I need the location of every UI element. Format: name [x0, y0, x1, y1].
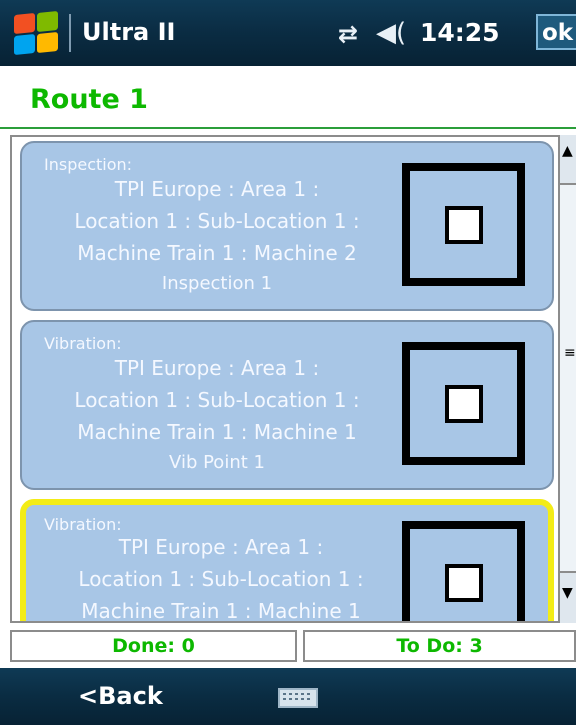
title-bar: Ultra II ⇄ ◀︎( 14:25 ok	[0, 0, 576, 66]
scroll-down-arrow-icon[interactable]: ▼	[562, 585, 573, 601]
point-name: Inspection 1	[161, 273, 273, 294]
point-status-icon	[402, 521, 525, 621]
point-path-line: Machine Train 1 : Machine 1	[81, 599, 361, 623]
app-title: Ultra II	[82, 18, 176, 46]
list-scrollbar[interactable]: ▲ ≡ ▼	[558, 135, 576, 623]
speaker-icon[interactable]: ◀︎(	[376, 18, 406, 48]
point-card[interactable]: Vibration: TPI Europe : Area 1 : Locatio…	[20, 320, 554, 490]
point-status-icon	[402, 342, 525, 465]
point-path-line: Location 1 : Sub-Location 1 :	[74, 209, 360, 233]
measurement-point-list[interactable]: Inspection: TPI Europe : Area 1 : Locati…	[10, 135, 560, 623]
point-path-line: Machine Train 1 : Machine 1	[77, 420, 357, 444]
point-name: Vib Point 1	[169, 452, 265, 473]
route-title: Route 1	[30, 84, 148, 115]
done-counter: Done: 0	[10, 630, 297, 662]
point-type-label: Inspection:	[44, 155, 133, 174]
point-path-line: Location 1 : Sub-Location 1 :	[78, 567, 364, 591]
todo-counter: To Do: 3	[303, 630, 576, 662]
route-divider	[0, 127, 576, 129]
point-path-line: TPI Europe : Area 1 :	[118, 535, 324, 559]
point-path-line: TPI Europe : Area 1 :	[114, 356, 320, 380]
title-separator	[69, 14, 71, 52]
connectivity-icon[interactable]: ⇄	[338, 20, 358, 48]
point-path-line: Machine Train 1 : Machine 2	[77, 241, 357, 265]
scroll-thumb[interactable]: ≡	[560, 183, 576, 573]
back-button[interactable]: <Back	[78, 682, 163, 710]
clock[interactable]: 14:25	[420, 18, 500, 47]
point-type-label: Vibration:	[44, 515, 122, 534]
scroll-up-arrow-icon[interactable]: ▲	[562, 143, 573, 159]
point-path-line: Location 1 : Sub-Location 1 :	[74, 388, 360, 412]
point-card-selected[interactable]: Vibration: TPI Europe : Area 1 : Locatio…	[20, 499, 554, 623]
point-status-icon	[402, 163, 525, 286]
scroll-grip-icon: ≡	[564, 345, 576, 361]
ok-button[interactable]: ok	[536, 14, 576, 50]
point-path-line: TPI Europe : Area 1 :	[114, 177, 320, 201]
point-card[interactable]: Inspection: TPI Europe : Area 1 : Locati…	[20, 141, 554, 311]
windows-start-icon[interactable]	[14, 10, 60, 56]
point-type-label: Vibration:	[44, 334, 122, 353]
softkey-bar: <Back	[0, 668, 576, 725]
keyboard-icon[interactable]	[278, 688, 318, 708]
